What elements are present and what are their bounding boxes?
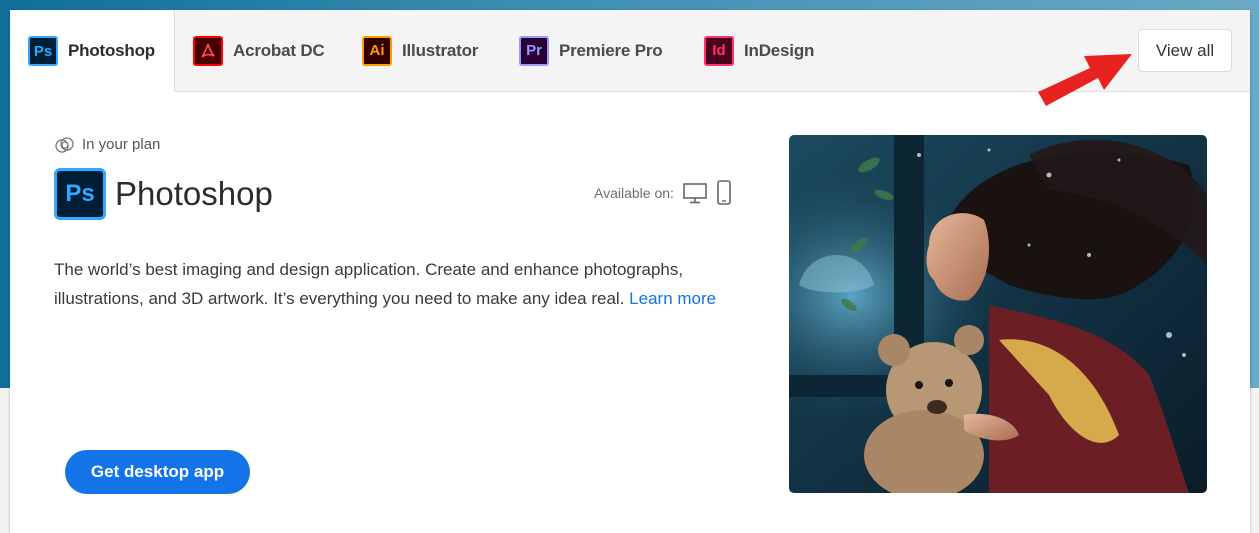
product-card: Ps Photoshop Acrobat DC Ai Illustrator P… <box>10 10 1250 533</box>
product-header: Ps Photoshop <box>54 168 273 220</box>
view-all-button[interactable]: View all <box>1138 29 1232 72</box>
mobile-icon <box>717 180 731 205</box>
app-tab-bar: Ps Photoshop Acrobat DC Ai Illustrator P… <box>10 10 1250 106</box>
tab-label: Photoshop <box>68 41 155 60</box>
premiere-pro-icon: Pr <box>519 35 549 66</box>
tab-label: Premiere Pro <box>559 40 663 60</box>
acrobat-icon <box>193 35 223 66</box>
available-on: Available on: <box>594 180 732 206</box>
available-label: Available on: <box>594 185 674 201</box>
hero-image <box>789 135 1207 493</box>
product-description: The world’s best imaging and design appl… <box>54 255 754 313</box>
indesign-icon: Id <box>704 35 734 66</box>
tab-indesign[interactable]: Id InDesign <box>704 10 814 91</box>
plan-label: In your plan <box>82 136 161 153</box>
learn-more-link[interactable]: Learn more <box>629 289 716 308</box>
desktop-icon <box>683 183 707 204</box>
photoshop-logo-icon: Ps <box>54 168 106 220</box>
tab-label: Illustrator <box>402 40 479 60</box>
tab-illustrator[interactable]: Ai Illustrator <box>362 10 478 91</box>
illustrator-icon: Ai <box>362 35 392 66</box>
tab-photoshop[interactable]: Ps Photoshop <box>10 10 175 92</box>
tab-acrobat-dc[interactable]: Acrobat DC <box>193 10 325 91</box>
tab-label: InDesign <box>744 40 815 60</box>
plan-indicator: In your plan <box>54 136 160 153</box>
get-desktop-app-button[interactable]: Get desktop app <box>65 450 250 494</box>
tab-premiere-pro[interactable]: Pr Premiere Pro <box>519 10 663 91</box>
creative-cloud-icon <box>55 136 74 153</box>
tab-label: Acrobat DC <box>233 40 325 60</box>
product-title: Photoshop <box>115 175 273 212</box>
photoshop-icon: Ps <box>28 36 58 66</box>
description-text: The world’s best imaging and design appl… <box>54 260 684 308</box>
annotation-arrow-icon <box>1038 54 1132 106</box>
